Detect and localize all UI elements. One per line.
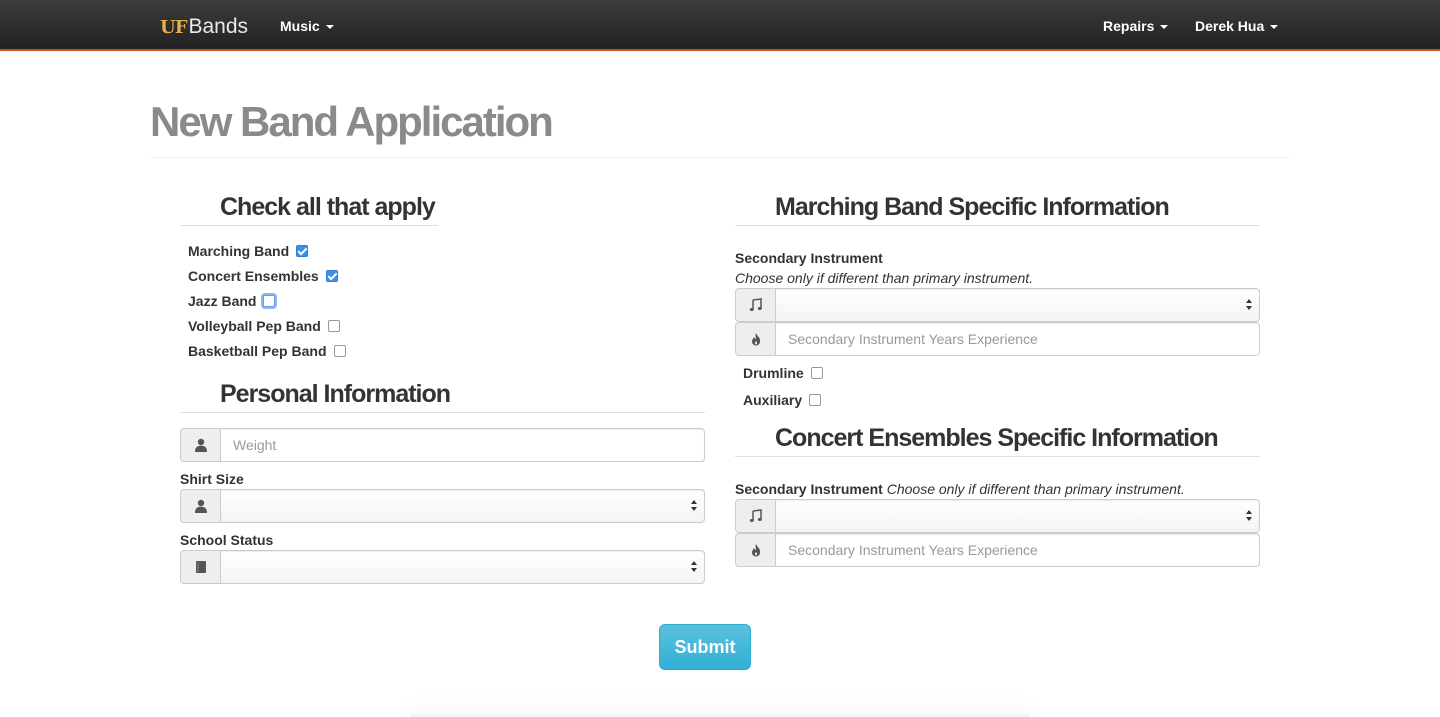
nav-repairs-dropdown[interactable]: Repairs (1103, 18, 1169, 34)
checkbox-label: Drumline (743, 365, 804, 381)
check-section-divider (180, 225, 438, 226)
select-arrows-icon (1246, 510, 1252, 521)
nav-music-dropdown[interactable]: Music (280, 18, 334, 34)
brand-logo[interactable]: UFBands (160, 15, 248, 39)
concert-years-input[interactable]: Secondary Instrument Years Experience (775, 533, 1260, 567)
concert-secondary-help: Choose only if different than primary in… (886, 481, 1185, 497)
submit-button[interactable]: Submit (659, 624, 751, 670)
weight-placeholder: Weight (233, 437, 277, 453)
school-status-input-group (180, 550, 705, 584)
marching-section-title: Marching Band Specific Information (775, 193, 1170, 221)
page-title: New Band Application (150, 98, 554, 145)
shirt-size-input-group (180, 489, 705, 523)
school-status-label: School Status (180, 532, 274, 548)
fire-icon (735, 533, 775, 567)
checkbox-concert-ensembles[interactable]: Concert Ensembles (188, 268, 338, 284)
concert-secondary-label-row: Secondary Instrument Choose only if diff… (735, 481, 1185, 497)
checkbox-jazz-band[interactable]: Jazz Band (188, 293, 276, 309)
book-icon (180, 550, 220, 584)
personal-section-divider (180, 412, 705, 413)
checkbox-volleyball-pep-band[interactable]: Volleyball Pep Band (188, 318, 340, 334)
concert-years-placeholder: Secondary Instrument Years Experience (788, 542, 1038, 558)
weight-input-group: Weight (180, 428, 705, 462)
concert-section-divider (735, 456, 1260, 457)
checkbox-checked[interactable] (296, 245, 309, 257)
checkbox-unchecked[interactable] (333, 345, 346, 357)
caret-down-icon (1270, 25, 1279, 30)
checkbox-unchecked[interactable] (327, 320, 340, 332)
marching-years-input[interactable]: Secondary Instrument Years Experience (775, 322, 1260, 356)
checkbox-drumline[interactable]: Drumline (743, 365, 823, 381)
caret-down-icon (1160, 25, 1169, 30)
marching-secondary-select[interactable] (775, 288, 1260, 322)
navbar: UFBands Music Repairs Derek Hua (0, 0, 1440, 51)
checkbox-unchecked[interactable] (810, 367, 823, 379)
weight-input[interactable]: Weight (220, 428, 705, 462)
concert-secondary-group (735, 499, 1260, 533)
marching-years-placeholder: Secondary Instrument Years Experience (788, 331, 1038, 347)
checkbox-checked[interactable] (325, 270, 338, 282)
brand-bands: Bands (188, 15, 249, 38)
marching-secondary-group (735, 288, 1260, 322)
checkbox-unchecked[interactable] (809, 394, 822, 406)
marching-section-divider (735, 225, 1260, 226)
checkbox-unchecked[interactable] (263, 295, 276, 307)
checkbox-label: Concert Ensembles (188, 268, 319, 284)
user-icon (180, 489, 220, 523)
check-section-title: Check all that apply (220, 193, 436, 221)
shirt-size-select[interactable] (220, 489, 705, 523)
nav-user-dropdown[interactable]: Derek Hua (1195, 18, 1279, 34)
fire-icon (735, 322, 775, 356)
select-arrows-icon (1246, 299, 1252, 310)
checkbox-label: Marching Band (188, 243, 290, 259)
checkbox-auxiliary[interactable]: Auxiliary (743, 392, 822, 408)
caret-down-icon (325, 25, 334, 30)
personal-section-title: Personal Information (220, 380, 451, 408)
checkbox-basketball-pep-band[interactable]: Basketball Pep Band (188, 343, 346, 359)
checkbox-label: Basketball Pep Band (188, 343, 327, 359)
brand-uf: UF (160, 17, 188, 38)
marching-secondary-label: Secondary Instrument (735, 250, 883, 266)
concert-section-title: Concert Ensembles Specific Information (775, 424, 1219, 452)
concert-secondary-label: Secondary Instrument (735, 481, 883, 497)
music-note-icon (735, 499, 775, 533)
nav-repairs-label: Repairs (1103, 18, 1155, 34)
checkbox-label: Auxiliary (743, 392, 803, 408)
select-arrows-icon (691, 561, 697, 572)
title-divider (150, 157, 1290, 158)
checkbox-label: Volleyball Pep Band (188, 318, 321, 334)
nav-user-label: Derek Hua (1195, 18, 1265, 34)
nav-music-label: Music (280, 18, 320, 34)
checkbox-label: Jazz Band (188, 293, 257, 309)
shirt-size-label: Shirt Size (180, 471, 244, 487)
music-note-icon (735, 288, 775, 322)
concert-secondary-select[interactable] (775, 499, 1260, 533)
school-status-select[interactable] (220, 550, 705, 584)
select-arrows-icon (691, 500, 697, 511)
marching-secondary-help: Choose only if different than primary in… (735, 270, 1034, 286)
checkbox-marching-band[interactable]: Marching Band (188, 243, 309, 259)
marching-years-group: Secondary Instrument Years Experience (735, 322, 1260, 356)
user-icon (180, 428, 220, 462)
concert-years-group: Secondary Instrument Years Experience (735, 533, 1260, 567)
